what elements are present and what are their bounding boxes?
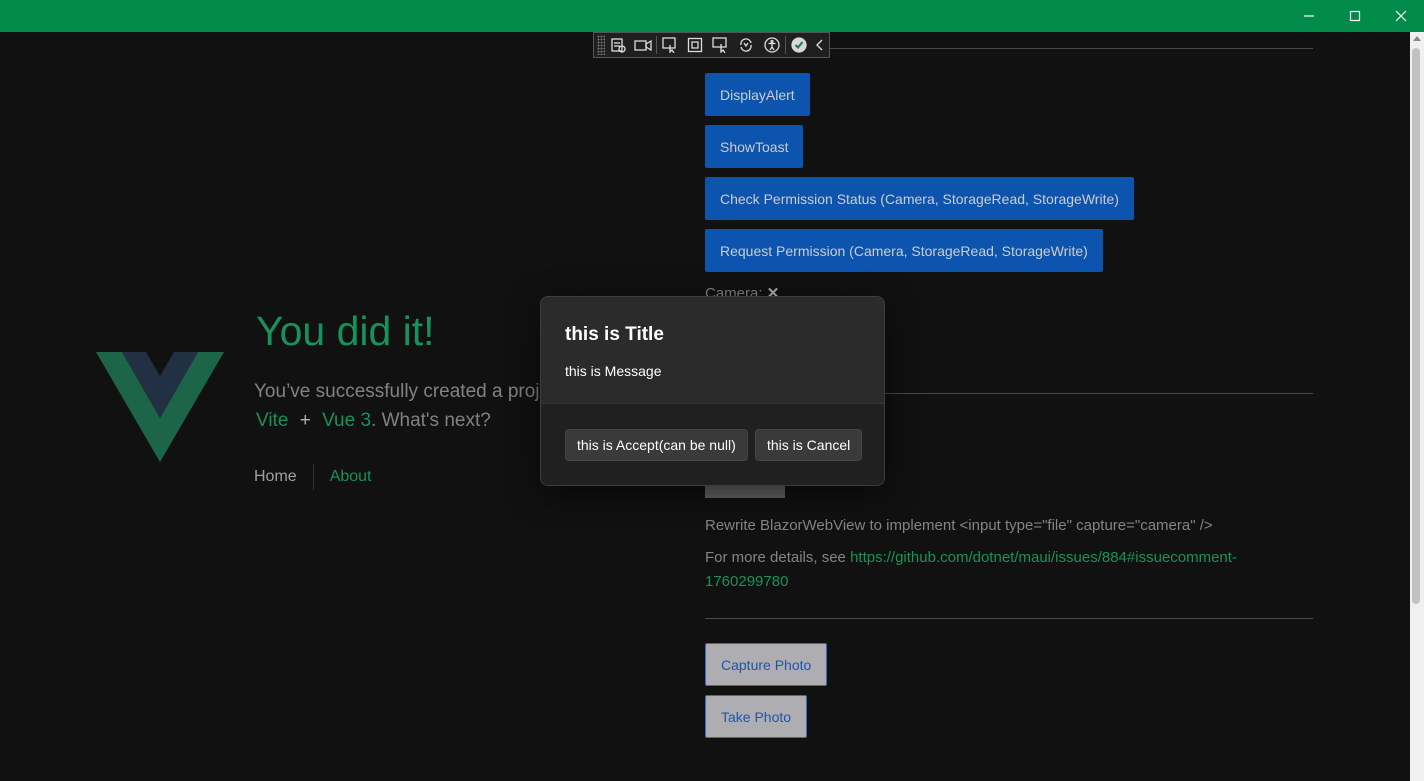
track-focus-button[interactable] xyxy=(708,34,734,56)
dialog-title: this is Title xyxy=(565,324,664,345)
vite-link[interactable]: Vite xyxy=(256,410,288,431)
show-toast-button[interactable]: ShowToast xyxy=(705,125,804,168)
capture-photo-button[interactable]: Capture Photo xyxy=(705,643,828,686)
hero-title: You did it! xyxy=(256,308,435,354)
issue-link-text-2[interactable]: 1760299780 xyxy=(705,573,788,590)
check-permission-button[interactable]: Check Permission Status (Camera, Storage… xyxy=(705,177,1134,220)
check-circle-icon xyxy=(790,37,807,53)
details-note: For more details, see https://github.com… xyxy=(705,546,1305,594)
select-element-button[interactable] xyxy=(657,34,683,56)
accessibility-checker-button[interactable] xyxy=(759,34,785,56)
whats-next-text: . What's next? xyxy=(371,410,491,431)
rewrite-note: Rewrite BlazorWebView to implement <inpu… xyxy=(705,517,1213,534)
maximize-icon xyxy=(1349,10,1361,22)
display-alert-button[interactable]: DisplayAlert xyxy=(705,73,810,116)
status-ok-button[interactable] xyxy=(786,34,812,56)
maximize-button[interactable] xyxy=(1332,0,1378,32)
vue-link[interactable]: Vue 3 xyxy=(322,410,371,431)
request-permission-button[interactable]: Request Permission (Camera, StorageRead,… xyxy=(705,229,1103,272)
live-tree-icon xyxy=(610,38,626,53)
xaml-debug-toolbar xyxy=(593,32,830,58)
track-focus-icon xyxy=(712,37,727,53)
collapse-toolbar-button[interactable] xyxy=(811,34,829,56)
record-button[interactable] xyxy=(630,34,656,56)
video-icon xyxy=(634,39,652,52)
hero-subtitle: You’ve successfully created a proj Vite … xyxy=(254,377,540,435)
nav-home-link[interactable]: Home xyxy=(254,464,314,490)
plus-sign: + xyxy=(299,410,311,431)
dialog-message: this is Message xyxy=(565,363,662,379)
dialog-accept-button[interactable]: this is Accept(can be null) xyxy=(565,429,748,461)
accessibility-icon xyxy=(764,37,780,53)
title-bar xyxy=(0,0,1424,32)
layout-adorner-icon xyxy=(688,37,703,53)
take-photo-button[interactable]: Take Photo xyxy=(705,695,808,738)
minimize-icon xyxy=(1304,15,1314,17)
hot-reload-button[interactable] xyxy=(734,34,760,56)
dialog-footer: this is Accept(can be null) this is Canc… xyxy=(541,403,884,485)
nav-about-link[interactable]: About xyxy=(314,464,372,490)
live-visual-tree-button[interactable] xyxy=(605,34,631,56)
close-button[interactable] xyxy=(1378,0,1424,32)
hot-reload-icon xyxy=(740,38,753,52)
scroll-up-arrow-icon[interactable] xyxy=(1412,34,1422,44)
chevron-left-icon xyxy=(816,39,823,51)
display-layout-adorners-button[interactable] xyxy=(683,34,709,56)
issue-link-text-1[interactable]: https://github.com/dotnet/maui/issues/88… xyxy=(850,549,1237,566)
grip-handle[interactable] xyxy=(597,35,605,55)
dialog-cancel-button[interactable]: this is Cancel xyxy=(755,429,863,461)
close-icon xyxy=(1395,10,1407,22)
alert-dialog: this is Title this is Message this is Ac… xyxy=(540,296,885,486)
details-prefix: For more details, see xyxy=(705,549,851,566)
scrollbar-thumb[interactable] xyxy=(1412,48,1420,604)
vue-logo xyxy=(96,352,224,462)
minimize-button[interactable] xyxy=(1286,0,1332,32)
main-nav: Home About xyxy=(254,464,372,490)
select-pointer-icon xyxy=(662,37,676,53)
divider xyxy=(705,618,1313,619)
hero-subtitle-line1: You’ve successfully created a proj xyxy=(254,381,540,402)
